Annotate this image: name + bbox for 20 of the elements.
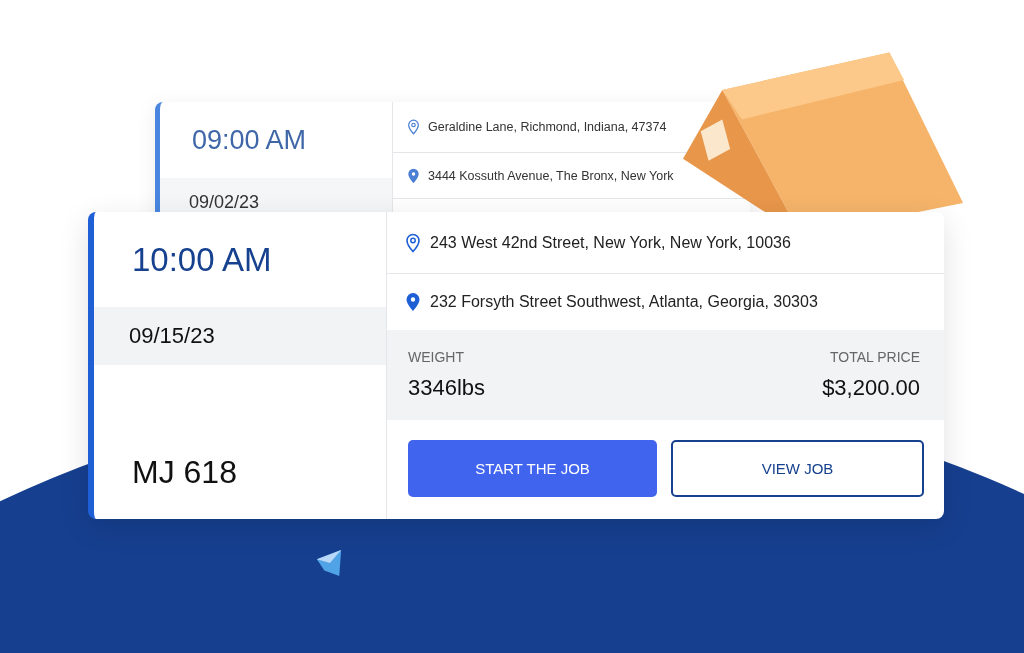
address-text: 3444 Kossuth Avenue, The Bronx, New York [428,168,674,183]
view-job-button[interactable]: VIEW JOB [671,440,924,497]
location-pin-icon [405,232,421,253]
vehicle-code: MJ 618 [132,454,237,491]
weight-value: 3346lbs [408,375,486,401]
total-price-value: $3,200.00 [822,375,920,401]
location-pin-icon [405,292,421,312]
job-time: 10:00 AM [131,239,273,280]
job-date: 09/15/23 [129,323,215,349]
weight-label: WEIGHT [408,349,465,365]
address-text: 232 Forsyth Street Southwest, Atlanta, Georgia, 30303 [430,293,818,311]
job-date: 09/02/23 [189,192,260,212]
crystal-icon [315,548,343,578]
address-text: 243 West 42nd Street, New York, New York, 10036 [430,233,791,252]
job-time: 09:00 AM [191,123,308,157]
location-pin-icon [407,119,420,135]
start-job-button[interactable]: START THE JOB [408,440,657,497]
total-price-label: TOTAL PRICE [830,349,920,365]
address-text: Geraldine Lane, Richmond, Indiana, 47374 [428,120,667,134]
location-pin-icon [407,167,420,184]
